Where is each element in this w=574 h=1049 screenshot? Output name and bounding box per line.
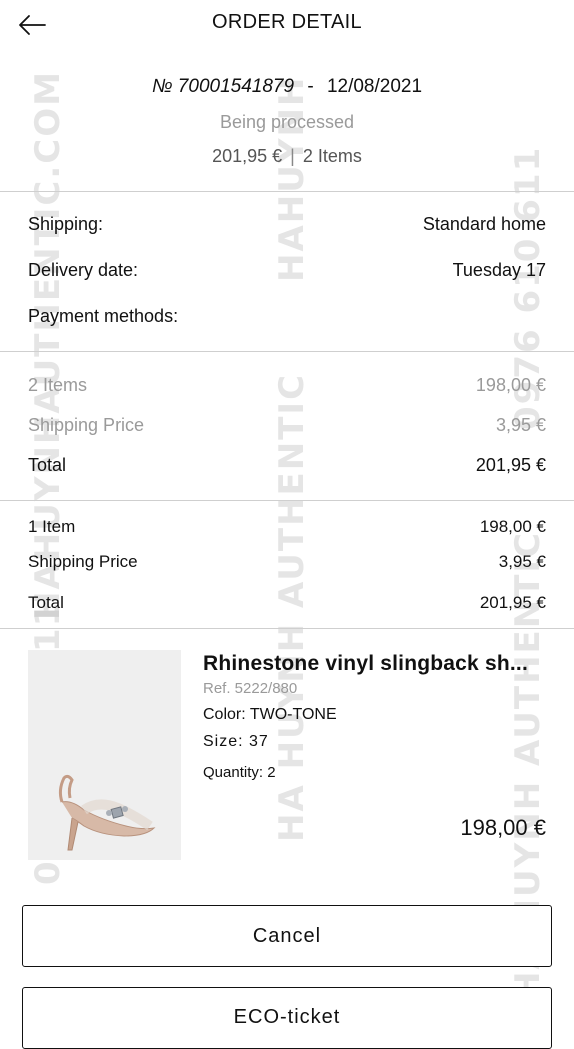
product-color: Color: TWO-TONE <box>203 706 337 723</box>
product-image[interactable] <box>28 650 181 860</box>
divider <box>0 191 574 192</box>
shipment-shipping-value: 3,95 € <box>498 552 546 571</box>
shipment-items-row: 1 Item 198,00 € <box>28 517 546 537</box>
delivery-value: Tuesday 17 <box>452 260 546 280</box>
product-price: 198,00 € <box>460 815 546 840</box>
eco-ticket-button[interactable]: ECO-ticket <box>22 987 552 1049</box>
order-number: № 70001541879 <box>151 76 295 97</box>
shipping-label: Shipping: <box>28 214 104 234</box>
order-total: 201,95 € <box>212 146 283 166</box>
items-total-row: 2 Items 198,00 € <box>28 375 546 396</box>
page-title: ORDER DETAIL <box>212 11 362 33</box>
shipment-total-label: Total <box>28 593 64 612</box>
order-summary: 201,95 € | 2 Items <box>0 146 574 167</box>
shipment-items-value: 198,00 € <box>479 517 546 536</box>
shipping-price-label: Shipping Price <box>28 415 145 435</box>
divider <box>0 351 574 352</box>
order-items-count: 2 Items <box>302 146 362 166</box>
shipping-price-row: Shipping Price 3,95 € <box>28 415 546 436</box>
total-row: Total 201,95 € <box>28 455 546 476</box>
shipping-value: Standard home <box>422 214 546 234</box>
order-date: 12/08/2021 <box>326 76 423 97</box>
total-label: Total <box>28 455 67 475</box>
product-size: Size: 37 <box>203 733 269 750</box>
delivery-label: Delivery date: <box>28 260 139 280</box>
summary-divider: | <box>290 146 295 166</box>
shipment-total-value: 201,95 € <box>479 593 546 612</box>
shipment-shipping-label: Shipping Price <box>28 552 138 571</box>
payment-label: Payment methods: <box>28 306 179 326</box>
shipment-items-label: 1 Item <box>28 517 76 536</box>
shipment-total-row: Total 201,95 € <box>28 593 546 613</box>
product-name[interactable]: Rhinestone vinyl slingback sh... <box>203 652 548 676</box>
divider <box>0 500 574 501</box>
cancel-button[interactable]: Cancel <box>22 905 552 967</box>
items-label: 2 Items <box>28 375 88 395</box>
total-value: 201,95 € <box>475 455 546 475</box>
items-value: 198,00 € <box>475 375 546 395</box>
shipment-shipping-row: Shipping Price 3,95 € <box>28 552 546 572</box>
delivery-row: Delivery date: Tuesday 17 <box>28 260 546 281</box>
shipping-row: Shipping: Standard home <box>28 214 546 235</box>
order-status: Being processed <box>219 112 355 132</box>
product-quantity: Quantity: 2 <box>203 764 276 781</box>
divider <box>0 628 574 629</box>
order-separator: - <box>307 76 314 97</box>
shipping-price-value: 3,95 € <box>495 415 546 435</box>
product-ref: Ref. 5222/880 <box>203 680 298 697</box>
payment-row: Payment methods: <box>28 306 546 327</box>
slingback-shoe-illustration <box>58 774 156 851</box>
order-number-line: № 70001541879 - 12/08/2021 <box>0 76 574 98</box>
watermark-text: HAHUYNH <box>272 75 312 282</box>
